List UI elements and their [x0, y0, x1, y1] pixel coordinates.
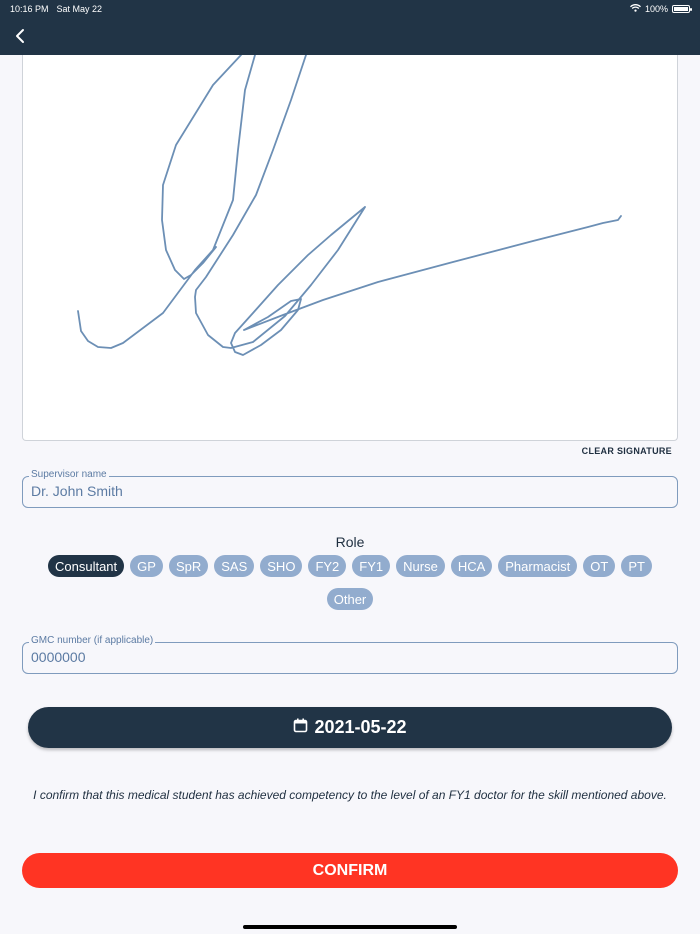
chevron-left-icon [16, 29, 24, 43]
gmc-number-value: 0000000 [31, 649, 86, 665]
role-chip-gp[interactable]: GP [130, 555, 163, 577]
signature-stroke [77, 55, 622, 356]
confirm-label: CONFIRM [312, 861, 388, 879]
role-chip-hca[interactable]: HCA [450, 555, 493, 577]
clear-signature-button[interactable]: CLEAR SIGNATURE [582, 446, 672, 456]
role-chip-consultant[interactable]: Consultant [48, 555, 125, 577]
confirmation-statement: I confirm that this medical student has … [33, 788, 667, 802]
back-button[interactable] [8, 24, 32, 48]
role-heading: Role [335, 534, 365, 550]
role-chip-other[interactable]: Other [326, 588, 374, 610]
battery-percent: 100% [644, 4, 668, 14]
date-label: 2021-05-22 [314, 717, 407, 737]
status-time: 10:16 PM [10, 4, 49, 14]
status-bar: 10:16 PM Sat May 22 100% [0, 0, 700, 18]
role-chip-spr[interactable]: SpR [168, 555, 209, 577]
confirm-button[interactable]: CONFIRM [22, 853, 678, 888]
role-chip-nurse[interactable]: Nurse [396, 555, 445, 577]
role-chip-fy2[interactable]: FY2 [308, 555, 347, 577]
gmc-number-field[interactable]: GMC number (if applicable) 0000000 [22, 635, 678, 674]
battery-icon [672, 5, 692, 13]
role-chip-pt[interactable]: PT [621, 555, 652, 577]
role-chip-fy1[interactable]: FY1 [352, 555, 391, 577]
wifi-icon [630, 4, 641, 14]
calendar-icon [293, 717, 308, 738]
date-picker-button[interactable]: 2021-05-22 [28, 707, 672, 748]
gmc-number-label: GMC number (if applicable) [29, 635, 156, 646]
supervisor-name-value: Dr. John Smith [31, 483, 123, 499]
role-chip-sho[interactable]: SHO [260, 555, 303, 577]
supervisor-name-label: Supervisor name [29, 469, 109, 480]
status-date: Sat May 22 [56, 4, 103, 14]
role-chip-pharmacist[interactable]: Pharmacist [498, 555, 578, 577]
home-indicator [243, 925, 457, 929]
supervisor-name-field[interactable]: Supervisor name Dr. John Smith [22, 469, 678, 508]
signature-pad[interactable] [22, 55, 678, 441]
role-chip-ot[interactable]: OT [583, 555, 616, 577]
navigation-bar [0, 18, 700, 55]
role-chip-group: Consultant GP SpR SAS SHO FY2 FY1 Nurse HCA Pharm… [30, 555, 670, 610]
role-chip-sas[interactable]: SAS [214, 555, 255, 577]
